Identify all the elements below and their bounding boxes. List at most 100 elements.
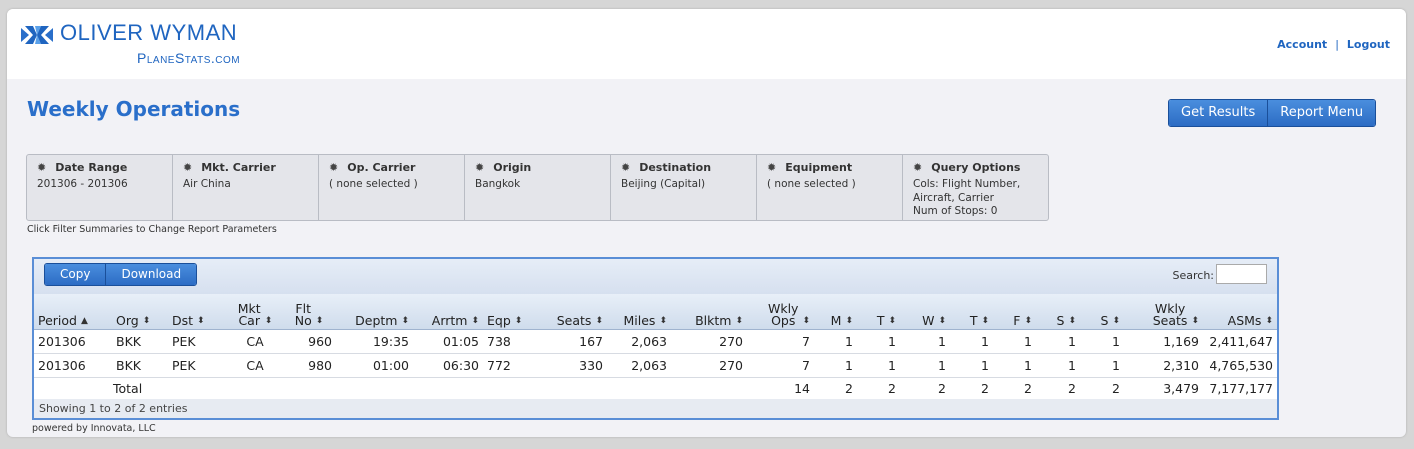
column-header[interactable]: Eqp ⬍: [483, 294, 537, 330]
column-header-label: Miles: [623, 312, 656, 328]
column-header[interactable]: Miles ⬍: [607, 294, 671, 330]
column-header[interactable]: Flt No ⬍: [282, 294, 336, 330]
table-row: 201306 BKK PEK CA 980 01:00 06:30 772 330 2,063 27…: [34, 353, 1277, 378]
gear-icon: ✹: [183, 161, 193, 174]
filter-origin[interactable]: ✹ Origin Bangkok: [465, 155, 611, 220]
table-cell: 1: [993, 353, 1036, 378]
column-header[interactable]: ASMs ⬍: [1203, 294, 1277, 330]
column-header[interactable]: Seats ⬍: [537, 294, 607, 330]
sort-both-icon: ⬍: [142, 315, 151, 326]
copy-button[interactable]: Copy: [45, 264, 106, 285]
header: OLIVER WYMAN PlaneStats.com Account | Logo…: [7, 9, 1406, 79]
column-header[interactable]: T ⬍: [950, 294, 993, 330]
table-cell: 1: [857, 353, 900, 378]
table-cell: CA: [228, 353, 282, 378]
sort-both-icon: ⬍: [1068, 315, 1076, 326]
column-header-label: Period: [38, 312, 77, 328]
filter-op-carrier[interactable]: ✹ Op. Carrier ( none selected ): [319, 155, 465, 220]
filter-mkt-carrier[interactable]: ✹ Mkt. Carrier Air China: [173, 155, 319, 220]
gear-icon: ✹: [475, 161, 485, 174]
column-header-label: Wkly Ops: [767, 300, 799, 328]
table-cell: 01:00: [336, 353, 413, 378]
column-header[interactable]: Blktm ⬍: [671, 294, 747, 330]
column-header-label: T: [969, 312, 978, 328]
column-header-label: Dst: [172, 312, 194, 328]
sort-both-icon: ⬍: [735, 315, 743, 326]
sort-both-icon: ⬍: [1265, 315, 1273, 326]
sort-both-icon: ⬍: [1112, 315, 1120, 326]
column-header[interactable]: F ⬍: [993, 294, 1036, 330]
total-cell: 2: [845, 380, 853, 396]
gear-icon: ✹: [37, 161, 47, 174]
logout-link[interactable]: Logout: [1347, 38, 1390, 51]
total-cell: 2: [888, 380, 896, 396]
sort-both-icon: ⬍: [197, 315, 205, 326]
table-cell: 1: [950, 353, 993, 378]
sort-both-icon: ⬍: [595, 315, 603, 326]
total-cell: 14: [794, 380, 810, 396]
column-header-label: W: [922, 312, 935, 328]
table-cell: 1: [1080, 353, 1124, 378]
table-cell: 1: [1036, 353, 1080, 378]
sort-asc-icon: ▲: [80, 315, 88, 326]
brand-name: OLIVER WYMAN: [60, 20, 238, 45]
gear-icon: ✹: [913, 161, 923, 174]
table-cell: 4,765,530: [1203, 353, 1277, 378]
column-header-label: M: [830, 312, 842, 328]
column-header[interactable]: W ⬍: [900, 294, 950, 330]
filter-destination[interactable]: ✹ Destination Beijing (Capital): [611, 155, 757, 220]
filter-title: Equipment: [785, 161, 853, 174]
column-header[interactable]: Arrtm ⬍: [413, 294, 483, 330]
column-header[interactable]: Wkly Ops ⬍: [747, 294, 814, 330]
sort-both-icon: ⬍: [514, 315, 523, 326]
table-cell: 2,063: [607, 329, 671, 354]
column-header[interactable]: Deptm ⬍: [336, 294, 413, 330]
table-cell: 738: [483, 329, 537, 354]
filter-value: Beijing (Capital): [621, 178, 706, 190]
column-header-label: Wkly Seats: [1152, 300, 1188, 328]
column-header[interactable]: Mkt Car ⬍: [228, 294, 282, 330]
column-header[interactable]: Period ▲: [34, 294, 112, 330]
table-cell: 06:30: [413, 353, 483, 378]
table-cell: PEK: [168, 353, 228, 378]
table-cell: 772: [483, 353, 537, 378]
table-cell: 1: [993, 329, 1036, 354]
filter-date-range[interactable]: ✹ Date Range 201306 - 201306: [27, 155, 173, 220]
download-button[interactable]: Download: [105, 264, 197, 285]
column-header[interactable]: Wkly Seats ⬍: [1124, 294, 1203, 330]
filter-title: Query Options: [931, 161, 1021, 174]
table-cell: 980: [282, 353, 336, 378]
filter-value: ( none selected ): [767, 178, 856, 190]
table-info: Showing 1 to 2 of 2 entries: [34, 399, 1277, 418]
report-menu-button[interactable]: Report Menu: [1267, 100, 1376, 126]
table-cell: 270: [671, 329, 747, 354]
table-cell: 330: [537, 353, 607, 378]
filter-value: 201306 - 201306: [37, 178, 128, 190]
column-header-label: Flt No: [294, 300, 312, 328]
table-cell: 1: [1080, 329, 1124, 354]
column-header[interactable]: Org ⬍: [112, 294, 168, 330]
table-cell: 270: [671, 353, 747, 378]
table-cell: 2,411,647: [1203, 329, 1277, 354]
table-cell: 1: [900, 329, 950, 354]
sort-both-icon: ⬍: [471, 315, 479, 326]
powered-by: powered by Innovata, LLC: [32, 423, 156, 434]
column-header[interactable]: M ⬍: [814, 294, 857, 330]
total-cell: [34, 377, 112, 399]
sort-both-icon: ⬍: [938, 315, 946, 326]
get-results-button[interactable]: Get Results: [1169, 100, 1268, 126]
filter-value: Bangkok: [475, 178, 521, 190]
column-header[interactable]: S ⬍: [1036, 294, 1080, 330]
account-link[interactable]: Account: [1277, 38, 1327, 51]
search-input[interactable]: [1216, 264, 1267, 284]
table-cell: 19:35: [336, 329, 413, 354]
page: OLIVER WYMAN PlaneStats.com Account | Logo…: [7, 9, 1406, 437]
column-header[interactable]: Dst ⬍: [168, 294, 228, 330]
column-header[interactable]: T ⬍: [857, 294, 900, 330]
page-title: Weekly Operations: [27, 97, 241, 121]
filter-equipment[interactable]: ✹ Equipment ( none selected ): [757, 155, 903, 220]
column-header[interactable]: S ⬍: [1080, 294, 1124, 330]
total-cell: 2: [938, 380, 946, 396]
column-header-label: Org: [116, 312, 139, 328]
filter-query-options[interactable]: ✹ Query Options Cols: Flight Number, Airc…: [903, 155, 1048, 220]
